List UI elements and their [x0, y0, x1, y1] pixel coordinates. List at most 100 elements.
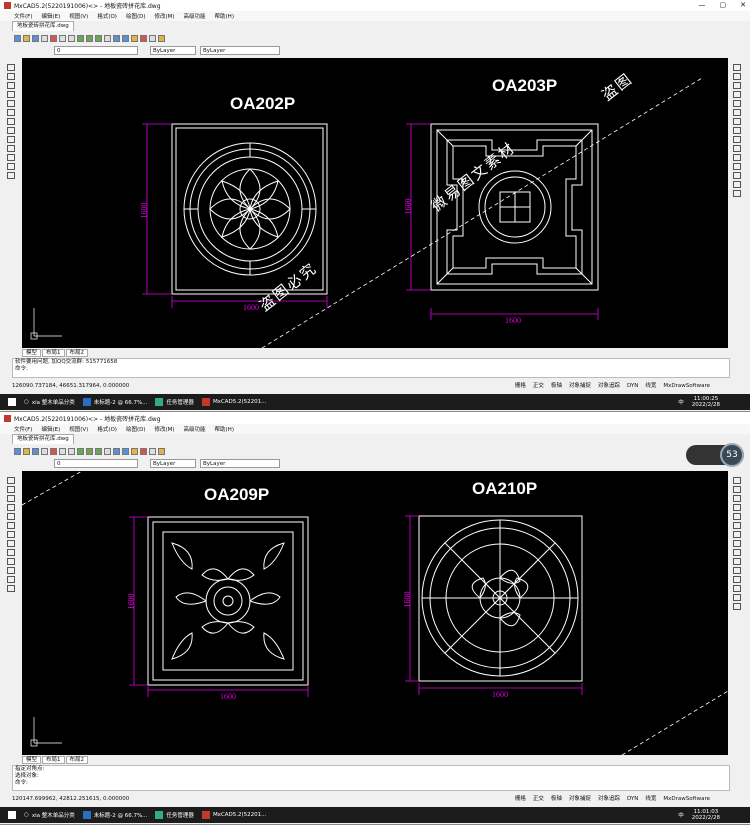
array-tool-icon[interactable] [733, 513, 741, 520]
erase-tool-icon[interactable] [733, 64, 741, 71]
extend-tool-icon[interactable] [733, 154, 741, 161]
zoom-extents-icon[interactable] [95, 35, 102, 42]
menu-file[interactable]: 文件(F) [14, 425, 32, 433]
save-icon[interactable] [32, 448, 39, 455]
stretch-tool-icon[interactable] [733, 549, 741, 556]
status-lineweight[interactable]: 线宽 [645, 381, 656, 391]
taskbar-photoshop[interactable]: 未标题-2 @ 66.7%... [82, 811, 147, 819]
trim-tool-icon[interactable] [733, 558, 741, 565]
document-tab[interactable]: 地板瓷砖拼花库.dwg [12, 434, 74, 444]
rotate-tool-icon[interactable] [733, 118, 741, 125]
properties-icon[interactable] [140, 35, 147, 42]
block-tool-icon[interactable] [7, 549, 15, 556]
status-ortho[interactable]: 正交 [533, 381, 544, 391]
circle-tool-icon[interactable] [7, 522, 15, 529]
tab-layout1[interactable]: 布局1 [42, 349, 65, 357]
polygon-tool-icon[interactable] [7, 82, 15, 89]
layer-icon[interactable] [131, 35, 138, 42]
taskbar-task-manager[interactable]: 任务管理器 [155, 811, 194, 819]
menu-draw[interactable]: 绘图(D) [126, 12, 146, 20]
menu-modify[interactable]: 修改(M) [154, 12, 174, 20]
spline-tool-icon[interactable] [7, 531, 15, 538]
stretch-tool-icon[interactable] [733, 136, 741, 143]
copy-tool-icon[interactable] [733, 73, 741, 80]
break-tool-icon[interactable] [733, 576, 741, 583]
status-osnap[interactable]: 对象捕捉 [569, 381, 591, 391]
undo-icon[interactable] [113, 35, 120, 42]
layer-icon[interactable] [131, 448, 138, 455]
layer-combo[interactable]: 0 [54, 459, 138, 468]
status-otrack[interactable]: 对象追踪 [598, 381, 620, 391]
open-icon[interactable] [23, 35, 30, 42]
menu-format[interactable]: 格式(O) [97, 12, 117, 20]
break-tool-icon[interactable] [733, 163, 741, 170]
scale-tool-icon[interactable] [733, 540, 741, 547]
new-icon[interactable] [14, 448, 21, 455]
paste-icon[interactable] [68, 448, 75, 455]
zoom-window-icon[interactable] [86, 35, 93, 42]
match-icon[interactable] [149, 35, 156, 42]
menu-help[interactable]: 帮助(H) [215, 12, 234, 20]
rectangle-tool-icon[interactable] [7, 91, 15, 98]
minimize-icon[interactable]: — [699, 1, 706, 9]
status-grid[interactable]: 栅格 [515, 794, 526, 804]
array-tool-icon[interactable] [733, 100, 741, 107]
extend-tool-icon[interactable] [733, 567, 741, 574]
mtext-tool-icon[interactable] [7, 585, 15, 592]
rotate-tool-icon[interactable] [733, 531, 741, 538]
fillet-tool-icon[interactable] [733, 181, 741, 188]
help-icon[interactable] [158, 448, 165, 455]
menu-format[interactable]: 格式(O) [97, 425, 117, 433]
polyline-tool-icon[interactable] [7, 486, 15, 493]
color-combo[interactable]: ByLayer [150, 46, 196, 55]
menu-view[interactable]: 视图(V) [69, 425, 88, 433]
undo-icon[interactable] [113, 448, 120, 455]
maximize-icon[interactable]: ▢ [720, 1, 727, 9]
point-tool-icon[interactable] [7, 558, 15, 565]
hatch-tool-icon[interactable] [7, 567, 15, 574]
copy-icon[interactable] [59, 35, 66, 42]
circle-tool-icon[interactable] [7, 109, 15, 116]
start-button[interactable] [8, 398, 16, 406]
menu-edit[interactable]: 编辑(E) [41, 425, 60, 433]
text-tool-icon[interactable] [7, 576, 15, 583]
move-tool-icon[interactable] [733, 109, 741, 116]
scale-tool-icon[interactable] [733, 127, 741, 134]
polyline-tool-icon[interactable] [7, 73, 15, 80]
zoom-window-icon[interactable] [86, 448, 93, 455]
menu-help[interactable]: 帮助(H) [215, 425, 234, 433]
color-combo[interactable]: ByLayer [150, 459, 196, 468]
hatch-tool-icon[interactable] [7, 154, 15, 161]
input-method[interactable]: 中 [678, 811, 684, 819]
clock[interactable]: 11:00:25 2022/2/28 [692, 396, 720, 408]
zoom-icon[interactable] [77, 448, 84, 455]
menu-advanced[interactable]: 高级功能 [184, 425, 206, 433]
spline-tool-icon[interactable] [7, 118, 15, 125]
menu-edit[interactable]: 编辑(E) [41, 12, 60, 20]
copy-tool-icon[interactable] [733, 486, 741, 493]
arc-tool-icon[interactable] [7, 513, 15, 520]
print-icon[interactable] [41, 448, 48, 455]
redo-icon[interactable] [122, 448, 129, 455]
status-ortho[interactable]: 正交 [533, 794, 544, 804]
explode-tool-icon[interactable] [733, 603, 741, 610]
help-icon[interactable] [158, 35, 165, 42]
tab-model[interactable]: 模型 [22, 756, 42, 764]
drawing-canvas[interactable]: OA202P OA203P 1600 1600 1600 1600 盗图必究 微… [22, 58, 728, 348]
status-osnap[interactable]: 对象捕捉 [569, 794, 591, 804]
line-tool-icon[interactable] [7, 477, 15, 484]
copy-icon[interactable] [59, 448, 66, 455]
match-icon[interactable] [149, 448, 156, 455]
erase-tool-icon[interactable] [733, 477, 741, 484]
line-tool-icon[interactable] [7, 64, 15, 71]
status-polar[interactable]: 极轴 [551, 381, 562, 391]
offset-tool-icon[interactable] [733, 504, 741, 511]
polygon-tool-icon[interactable] [7, 495, 15, 502]
taskbar-search[interactable]: ○ xia 整木单品分类 [24, 398, 75, 406]
chamfer-tool-icon[interactable] [733, 172, 741, 179]
taskbar-task-manager[interactable]: 任务管理器 [155, 398, 194, 406]
fillet-tool-icon[interactable] [733, 594, 741, 601]
menu-draw[interactable]: 绘图(D) [126, 425, 146, 433]
arc-tool-icon[interactable] [7, 100, 15, 107]
redo-icon[interactable] [122, 35, 129, 42]
